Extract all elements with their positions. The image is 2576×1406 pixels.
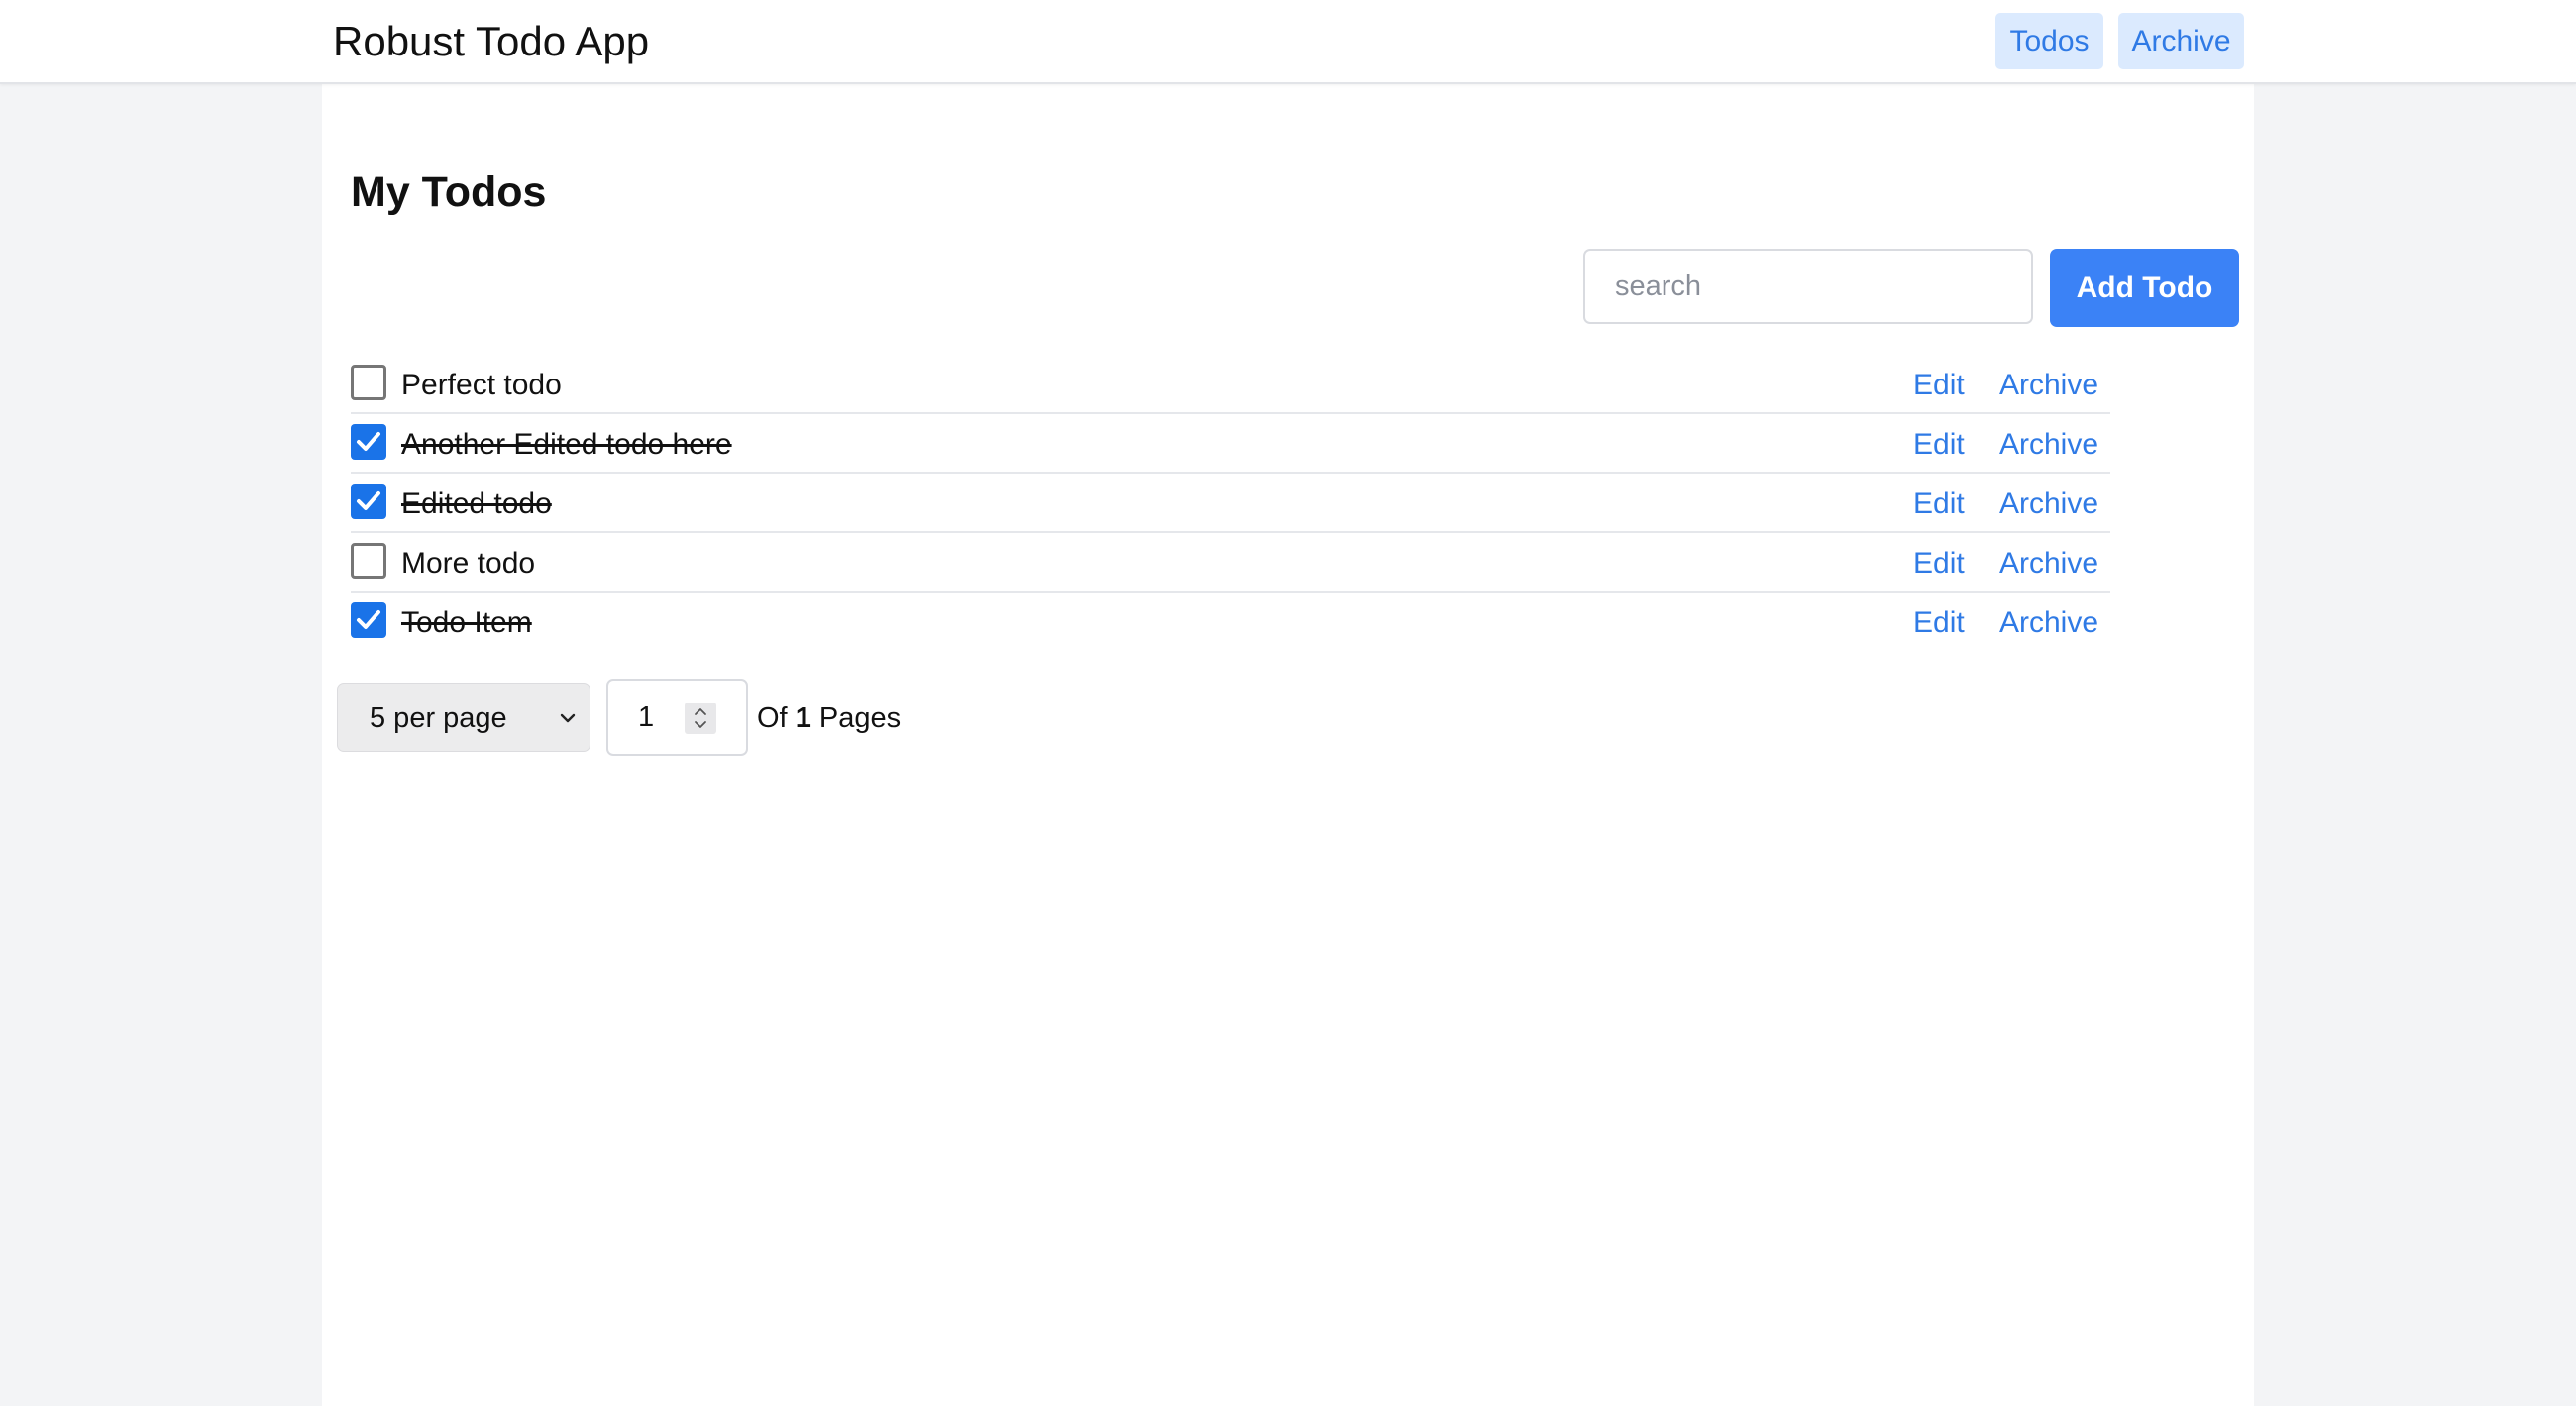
checkmark-icon <box>357 610 380 629</box>
todo-text: Perfect todo <box>401 369 562 401</box>
checkbox-checked[interactable] <box>351 484 386 519</box>
add-todo-button[interactable]: Add Todo <box>2050 249 2239 327</box>
total-pages: 1 <box>795 703 811 734</box>
page-number-value: 1 <box>638 702 655 733</box>
todo-text: More todo <box>401 547 536 580</box>
edit-link[interactable]: Edit <box>1913 424 1965 466</box>
search-input[interactable] <box>1583 249 2033 324</box>
edit-link[interactable]: Edit <box>1913 543 1965 585</box>
nav-todos-button[interactable]: Todos <box>1995 13 2103 69</box>
edit-link[interactable]: Edit <box>1913 602 1965 644</box>
up-down-arrows-icon[interactable] <box>685 703 716 734</box>
edit-link[interactable]: Edit <box>1913 365 1965 406</box>
top-navbar: Robust Todo App Todos Archive <box>0 0 2576 84</box>
archive-link[interactable]: Archive <box>1999 484 2098 525</box>
checkbox-unchecked[interactable] <box>351 543 386 579</box>
checkmark-icon <box>357 432 380 451</box>
checkbox-unchecked[interactable] <box>351 365 386 400</box>
todo-row: Edited todo Edit Archive <box>351 474 2110 533</box>
edit-link[interactable]: Edit <box>1913 484 1965 525</box>
of-label: Of <box>757 703 788 734</box>
checkmark-icon <box>357 491 380 510</box>
todo-text: Another Edited todo here <box>401 428 732 461</box>
per-page-label: 5 per page <box>370 703 507 734</box>
app-title: Robust Todo App <box>333 18 650 64</box>
todo-row: More todo Edit Archive <box>351 533 2110 593</box>
todo-row: Perfect todo Edit Archive <box>351 355 2110 414</box>
checkbox-checked[interactable] <box>351 602 386 638</box>
todo-text: Todo Item <box>401 606 532 639</box>
page-title: My Todos <box>351 168 547 216</box>
archive-link[interactable]: Archive <box>1999 543 2098 585</box>
checkbox-checked[interactable] <box>351 424 386 460</box>
todo-text: Edited todo <box>401 487 552 520</box>
page-number-input[interactable]: 1 <box>606 679 748 756</box>
pages-label: Pages <box>818 703 902 734</box>
archive-link[interactable]: Archive <box>1999 424 2098 466</box>
todo-list: Perfect todo Edit Archive Another Edited to… <box>351 355 2110 652</box>
nav-archive-button[interactable]: Archive <box>2118 13 2244 69</box>
archive-link[interactable]: Archive <box>1999 602 2098 644</box>
todo-row: Another Edited todo here Edit Archive <box>351 414 2110 474</box>
todo-row: Todo Item Edit Archive <box>351 593 2110 652</box>
page-count-text: Of 1 Pages <box>757 698 901 739</box>
archive-link[interactable]: Archive <box>1999 365 2098 406</box>
per-page-select[interactable]: 5 per page <box>337 683 590 752</box>
chevron-down-icon <box>560 711 576 729</box>
